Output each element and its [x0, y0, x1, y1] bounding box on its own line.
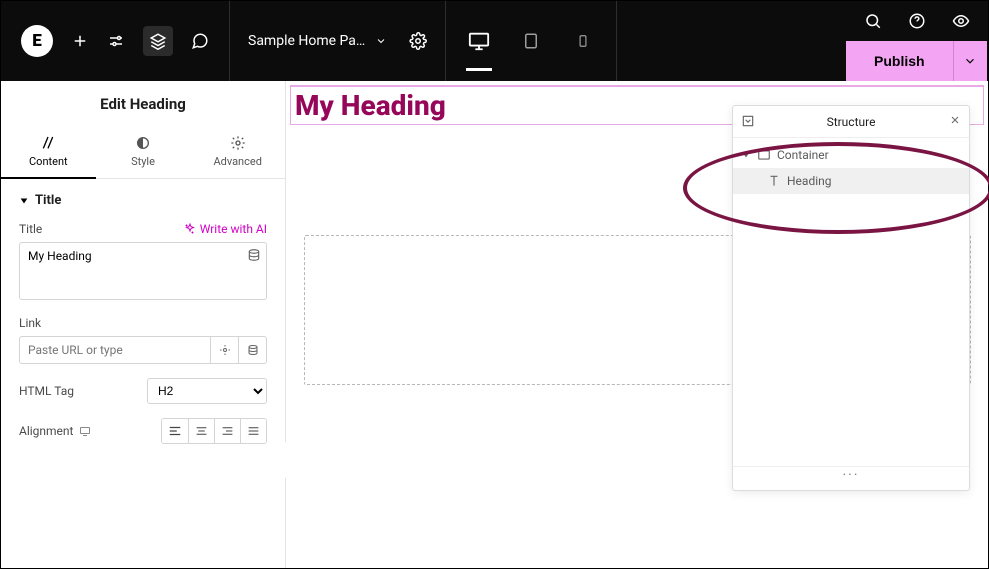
settings-sliders-icon[interactable] — [107, 32, 125, 50]
align-center-button[interactable] — [188, 419, 214, 443]
page-title-dropdown[interactable]: Sample Home Pa… — [230, 1, 445, 81]
alignment-group — [161, 418, 267, 444]
editor-tabs: Content Style Advanced — [1, 127, 285, 179]
structure-close-icon[interactable] — [949, 114, 961, 126]
topbar-left-tools: E — [1, 1, 229, 81]
link-dynamic-icon[interactable] — [239, 336, 267, 364]
htmltag-label: HTML Tag — [19, 384, 74, 398]
write-with-ai-link[interactable]: Write with AI — [184, 222, 267, 236]
responsive-devices — [446, 1, 616, 81]
structure-toggle-icon[interactable] — [143, 26, 173, 56]
publish-options-dropdown[interactable] — [953, 41, 987, 81]
panel-title: Edit Heading — [1, 81, 285, 127]
tab-advanced[interactable]: Advanced — [190, 127, 285, 178]
help-icon[interactable] — [908, 12, 926, 30]
device-tablet[interactable] — [520, 21, 542, 61]
dynamic-tags-icon[interactable] — [247, 248, 261, 262]
page-title-text: Sample Home Pa… — [248, 33, 365, 49]
top-bar: E Sample Home Pa… — [1, 1, 988, 81]
structure-item-heading[interactable]: Heading — [733, 168, 969, 194]
link-options-icon[interactable] — [211, 336, 239, 364]
tab-style[interactable]: Style — [96, 127, 191, 178]
title-field-label: Title — [19, 222, 42, 236]
htmltag-select[interactable]: H2 — [147, 378, 267, 404]
link-input[interactable] — [19, 336, 211, 364]
finder-search-icon[interactable] — [864, 12, 882, 30]
align-justify-button[interactable] — [240, 419, 266, 443]
alignment-label: Alignment — [19, 424, 73, 438]
editor-sidebar: Edit Heading Content Style Advanced Titl… — [1, 81, 286, 568]
structure-title: Structure — [827, 115, 876, 129]
align-left-button[interactable] — [162, 419, 188, 443]
device-mobile[interactable] — [572, 21, 594, 61]
structure-item-container[interactable]: Container — [733, 142, 969, 168]
comments-icon[interactable] — [191, 32, 209, 50]
responsive-icon[interactable] — [79, 425, 91, 437]
add-widget-icon[interactable] — [71, 32, 89, 50]
align-right-button[interactable] — [214, 419, 240, 443]
section-title-toggle[interactable]: Title — [19, 193, 267, 208]
structure-panel: Structure Container Heading ··· — [732, 105, 970, 491]
heading-icon — [767, 174, 781, 188]
elementor-logo[interactable]: E — [21, 25, 53, 57]
structure-more-icon[interactable]: ··· — [733, 466, 969, 490]
publish-button[interactable]: Publish — [846, 41, 953, 81]
preview-icon[interactable] — [952, 12, 970, 30]
page-settings-icon[interactable] — [409, 32, 427, 50]
editor-canvas[interactable]: My Heading Structure Container — [286, 81, 988, 568]
structure-dock-icon[interactable] — [741, 114, 755, 128]
tab-content[interactable]: Content — [1, 127, 96, 178]
device-desktop[interactable] — [468, 21, 490, 61]
link-field-label: Link — [19, 316, 41, 330]
title-input[interactable] — [19, 242, 267, 300]
topbar-right: Publish — [846, 1, 988, 81]
container-icon — [757, 148, 771, 162]
